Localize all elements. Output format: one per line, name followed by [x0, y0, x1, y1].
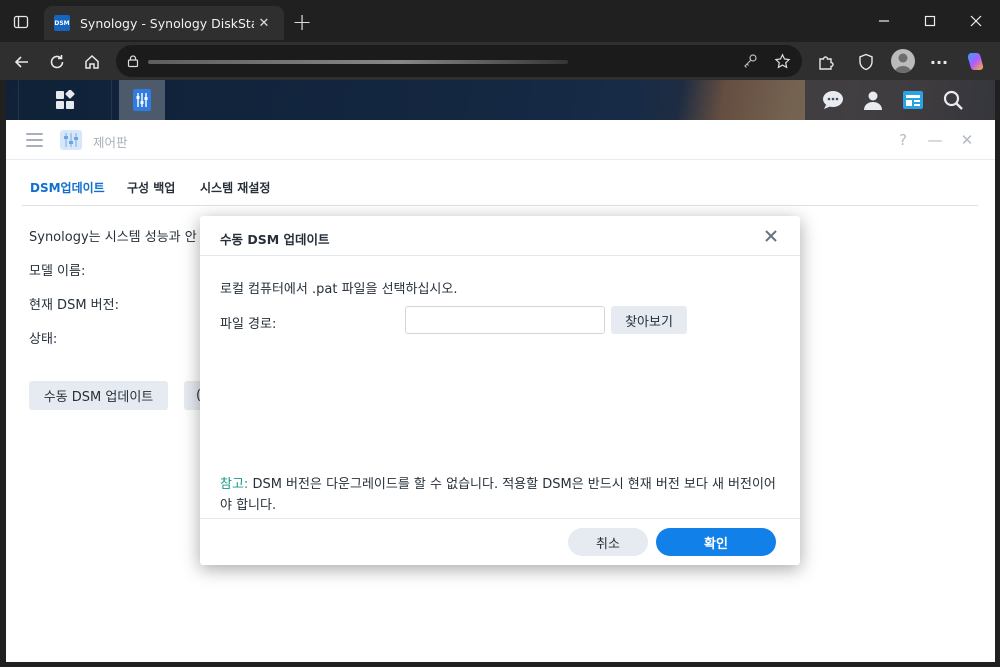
back-button[interactable] [8, 48, 36, 76]
file-path-input[interactable] [405, 306, 605, 334]
dialog-note: 참고: DSM 버전은 다운그레이드를 할 수 없습니다. 적용할 DSM은 반… [220, 474, 785, 516]
note-label: 참고: [220, 477, 249, 492]
settings-more-button[interactable]: ··· [925, 48, 953, 76]
shield-icon [859, 53, 873, 71]
file-path-label: 파일 경로: [220, 317, 277, 332]
browser-tab-bar: DSM Synology - Synology DiskStation ✕ + [0, 0, 1000, 42]
widgets-icon[interactable] [901, 88, 925, 112]
maximize-icon [924, 15, 936, 27]
favorite-star-icon[interactable] [772, 51, 792, 71]
window-minimize-button[interactable] [870, 8, 898, 34]
note-text: DSM 버전은 다운그레이드를 할 수 없습니다. 적용할 DSM은 반드시 현… [220, 477, 776, 513]
chat-icon[interactable] [821, 88, 845, 112]
minimize-icon [879, 20, 889, 22]
tab-close-icon[interactable]: ✕ [254, 13, 274, 33]
browser-tab[interactable]: DSM Synology - Synology DiskStation ✕ [44, 6, 284, 40]
window-title: 제어판 [93, 135, 128, 150]
home-icon [85, 54, 99, 69]
close-window-icon[interactable]: ✕ [957, 130, 977, 150]
status-label: 상태: [29, 332, 58, 347]
help-icon[interactable]: ? [893, 130, 913, 150]
close-icon [970, 15, 982, 27]
browse-button[interactable]: 찾아보기 [611, 306, 687, 334]
browser-nav-bar: ··· [0, 42, 1000, 80]
intro-text: Synology는 시스템 성능과 안 [29, 230, 197, 245]
window-maximize-button[interactable] [916, 8, 944, 34]
home-button[interactable] [78, 48, 106, 76]
profile-avatar[interactable] [891, 49, 915, 73]
tab-actions-button[interactable] [8, 10, 34, 34]
lock-icon[interactable] [124, 52, 142, 70]
key-icon[interactable] [740, 51, 760, 71]
tab-dsm-update[interactable]: DSM업데이트 [30, 179, 105, 196]
copilot-icon [967, 53, 984, 70]
manual-update-dialog: 수동 DSM 업데이트 로컬 컴퓨터에서 .pat 파일을 선택하십시오. 파일… [200, 216, 800, 565]
person-icon [894, 53, 912, 73]
url-text-blurred [148, 60, 568, 64]
cancel-button[interactable]: 취소 [568, 528, 648, 556]
taskbar-tray [805, 80, 995, 120]
browser-essentials-button[interactable] [852, 48, 880, 76]
puzzle-icon [819, 56, 834, 70]
dialog-close-icon[interactable] [761, 226, 781, 246]
minimize-window-icon[interactable]: — [925, 130, 945, 150]
address-bar[interactable] [116, 45, 802, 77]
dialog-description: 로컬 컴퓨터에서 .pat 파일을 선택하십시오. [220, 282, 458, 297]
dialog-header: 수동 DSM 업데이트 [200, 216, 800, 256]
refresh-icon [50, 55, 64, 69]
tab-system-reset[interactable]: 시스템 재설정 [200, 179, 270, 196]
control-panel-app-icon [59, 129, 83, 151]
dialog-footer-divider [200, 518, 800, 519]
synology-favicon-icon: DSM [54, 15, 70, 31]
current-version-label: 현재 DSM 버전: [29, 298, 119, 313]
dialog-title: 수동 DSM 업데이트 [220, 232, 330, 247]
hamburger-menu-icon[interactable] [26, 133, 43, 147]
new-tab-button[interactable]: + [290, 8, 314, 36]
tab-title: Synology - Synology DiskStation [80, 15, 254, 31]
manual-update-button[interactable]: 수동 DSM 업데이트 [29, 381, 168, 410]
tab-config-backup[interactable]: 구성 백업 [127, 179, 175, 196]
confirm-button[interactable]: 확인 [656, 528, 776, 556]
main-menu-grid-icon [56, 90, 75, 109]
extensions-button[interactable] [812, 48, 840, 76]
user-icon[interactable] [861, 88, 885, 112]
main-menu-button[interactable] [18, 80, 112, 120]
window-close-button[interactable] [962, 8, 990, 34]
control-panel-icon [133, 89, 151, 111]
tab-bar: DSM업데이트 구성 백업 시스템 재설정 [22, 160, 978, 206]
window-titlebar: 제어판 ? — ✕ [6, 120, 995, 160]
refresh-button[interactable] [43, 48, 71, 76]
copilot-button[interactable] [961, 48, 989, 76]
taskbar-control-panel-button[interactable] [119, 80, 165, 120]
model-name-label: 모델 이름: [29, 264, 86, 279]
dsm-taskbar [6, 80, 995, 120]
tab-actions-icon [13, 15, 29, 29]
search-icon[interactable] [941, 88, 965, 112]
back-arrow-icon [14, 56, 28, 68]
